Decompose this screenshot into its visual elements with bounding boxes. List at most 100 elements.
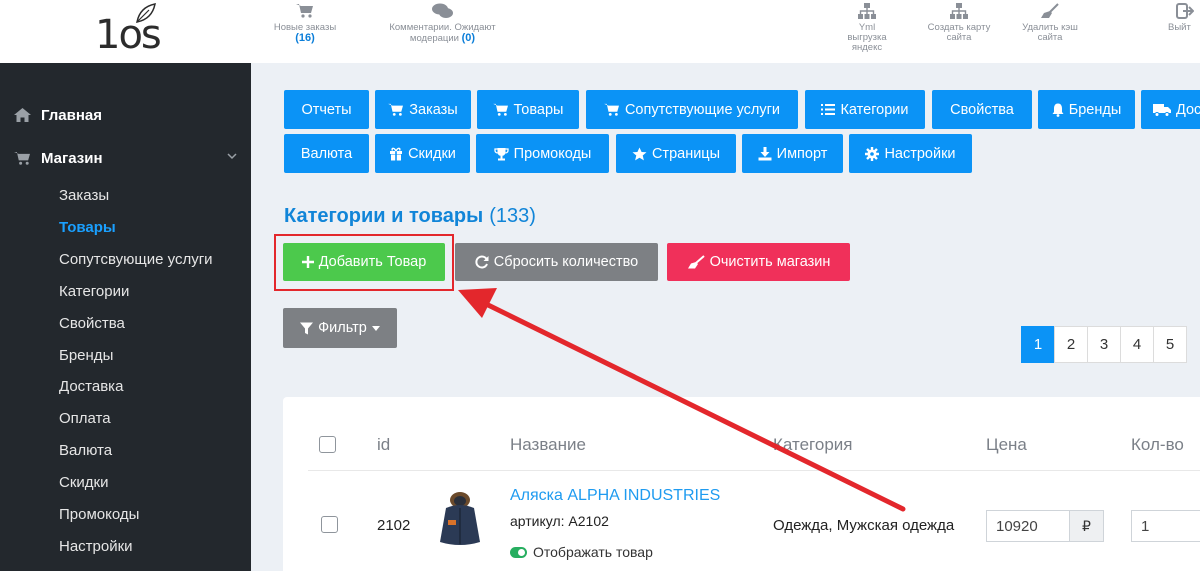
clear-shop-button[interactable]: Очистить магазин: [667, 243, 850, 281]
sidebar-item-properties[interactable]: Свойства: [59, 314, 125, 334]
row-checkbox[interactable]: [321, 516, 338, 533]
sidebar-item-promocodes[interactable]: Промокоды: [59, 505, 139, 525]
nav-discounts-label: Скидки: [408, 145, 456, 162]
nav-properties-label: Свойства: [950, 101, 1014, 118]
nav-properties-button[interactable]: Свойства: [932, 90, 1032, 129]
header-yml-export[interactable]: Yml выгрузка яндекс: [843, 2, 891, 53]
exit-icon: [1176, 3, 1194, 19]
sidebar-item-brands[interactable]: Бренды: [59, 346, 113, 366]
trophy-icon: [493, 147, 509, 160]
nav-delivery-label: Дос: [1176, 101, 1200, 118]
nav-categories-button[interactable]: Категории: [805, 90, 925, 129]
refresh-icon: [475, 255, 489, 269]
sitemap-icon: [950, 3, 968, 19]
logo[interactable]: 1os: [95, 2, 162, 58]
page-5-button[interactable]: 5: [1153, 326, 1187, 363]
currency-addon: ₽: [1069, 510, 1104, 542]
broom-icon: [687, 255, 705, 269]
nav-products-label: Товары: [513, 101, 564, 118]
row-id: 2102: [377, 517, 411, 534]
products-count: (133): [489, 205, 536, 227]
header-exit[interactable]: Выйт: [1168, 2, 1200, 33]
list-icon: [821, 104, 836, 115]
nav-discounts-button[interactable]: Скидки: [375, 134, 470, 173]
nav-categories-label: Категории: [840, 101, 909, 118]
nav-settings-label: Настройки: [884, 145, 956, 162]
annotation-highlight-box: [274, 234, 454, 291]
page-4-button[interactable]: 4: [1120, 326, 1154, 363]
sidebar-item-related-services[interactable]: Сопутсвующие услуги: [59, 250, 213, 270]
bell-icon: [1052, 103, 1064, 117]
download-icon: [758, 146, 772, 160]
sidebar-item-categories[interactable]: Категории: [59, 282, 129, 302]
header-sitemap[interactable]: Создать карту сайта: [926, 2, 992, 43]
sidebar-item-home-label: Главная: [41, 106, 103, 124]
column-category[interactable]: Категория: [773, 435, 852, 455]
header-clear-cache[interactable]: Удалить кэш сайта: [1014, 2, 1086, 43]
quantity-input[interactable]: 1: [1131, 510, 1200, 542]
page-1-button[interactable]: 1: [1021, 326, 1055, 363]
broom-icon: [1041, 3, 1059, 18]
sidebar-item-orders[interactable]: Заказы: [59, 186, 109, 206]
page-title: Категории и товары (133): [284, 205, 536, 228]
nav-related-services-button[interactable]: Сопутствующие услуги: [586, 90, 798, 129]
nav-import-label: Импорт: [776, 145, 828, 162]
nav-pages-label: Страницы: [651, 145, 721, 162]
reset-quantity-label: Сбросить количество: [493, 254, 639, 270]
product-thumbnail[interactable]: [436, 490, 484, 548]
nav-delivery-button[interactable]: Дос: [1141, 90, 1200, 129]
gift-icon: [390, 147, 403, 161]
product-sku: артикул: A2102: [510, 513, 609, 529]
sidebar-item-discounts[interactable]: Скидки: [59, 473, 108, 493]
sidebar-item-payment[interactable]: Оплата: [59, 409, 111, 429]
sidebar-item-home[interactable]: Главная: [14, 105, 102, 125]
nav-promocodes-label: Промокоды: [513, 145, 592, 162]
table-header-divider: [308, 470, 1200, 471]
column-id[interactable]: id: [377, 435, 390, 455]
header-new-orders-count: (16): [295, 32, 315, 44]
chevron-down-icon[interactable]: [227, 153, 237, 160]
nav-pages-button[interactable]: Страницы: [616, 134, 736, 173]
visibility-label: Отображать товар: [533, 544, 653, 560]
column-price[interactable]: Цена: [986, 435, 1027, 455]
sidebar-item-shop-label: Магазин: [41, 149, 103, 167]
leaf-icon: [136, 3, 156, 23]
toggle-on-icon: [510, 546, 527, 558]
row-category: Одежда, Мужская одежда: [773, 517, 955, 534]
sidebar-item-products[interactable]: Товары: [59, 218, 116, 238]
price-input[interactable]: 10920: [986, 510, 1070, 542]
header-yml-label: Yml выгрузка яндекс: [847, 22, 887, 53]
sidebar-item-shop[interactable]: Магазин: [14, 148, 103, 168]
comments-icon: [431, 3, 453, 18]
nav-orders-button[interactable]: Заказы: [375, 90, 471, 129]
cart-icon: [604, 103, 619, 116]
nav-products-button[interactable]: Товары: [477, 90, 579, 129]
gear-icon: [865, 146, 880, 161]
filter-dropdown-button[interactable]: Фильтр: [283, 308, 397, 348]
header-comments[interactable]: Комментарии. Ожидают модерации (0): [377, 2, 508, 44]
reset-quantity-button[interactable]: Сбросить количество: [455, 243, 658, 281]
sidebar-item-settings[interactable]: Настройки: [59, 537, 133, 557]
nav-promocodes-button[interactable]: Промокоды: [476, 134, 609, 173]
page-2-button[interactable]: 2: [1054, 326, 1088, 363]
products-table-card: [283, 397, 1200, 571]
visibility-toggle[interactable]: Отображать товар: [510, 544, 653, 560]
nav-brands-button[interactable]: Бренды: [1038, 90, 1135, 129]
select-all-checkbox[interactable]: [319, 436, 336, 453]
nav-import-button[interactable]: Импорт: [742, 134, 843, 173]
sidebar-item-delivery[interactable]: Доставка: [59, 377, 123, 397]
header-comments-count: (0): [461, 32, 476, 44]
column-name[interactable]: Название: [510, 435, 586, 455]
sidebar-item-currency[interactable]: Валюта: [59, 441, 112, 461]
page-3-button[interactable]: 3: [1087, 326, 1121, 363]
header-new-orders[interactable]: Новые заказы (16): [272, 2, 338, 44]
nav-reports-label: Отчеты: [301, 101, 352, 118]
header-comments-label: Комментарии. Ожидают модерации: [389, 22, 496, 44]
sitemap-icon: [858, 3, 876, 19]
nav-settings-button[interactable]: Настройки: [849, 134, 972, 173]
header-sitemap-label: Создать карту сайта: [927, 22, 991, 43]
product-name-link[interactable]: Аляска ALPHA INDUSTRIES: [510, 487, 720, 505]
column-quantity[interactable]: Кол-во: [1131, 435, 1184, 455]
nav-reports-button[interactable]: Отчеты: [284, 90, 369, 129]
nav-currency-button[interactable]: Валюта: [284, 134, 369, 173]
